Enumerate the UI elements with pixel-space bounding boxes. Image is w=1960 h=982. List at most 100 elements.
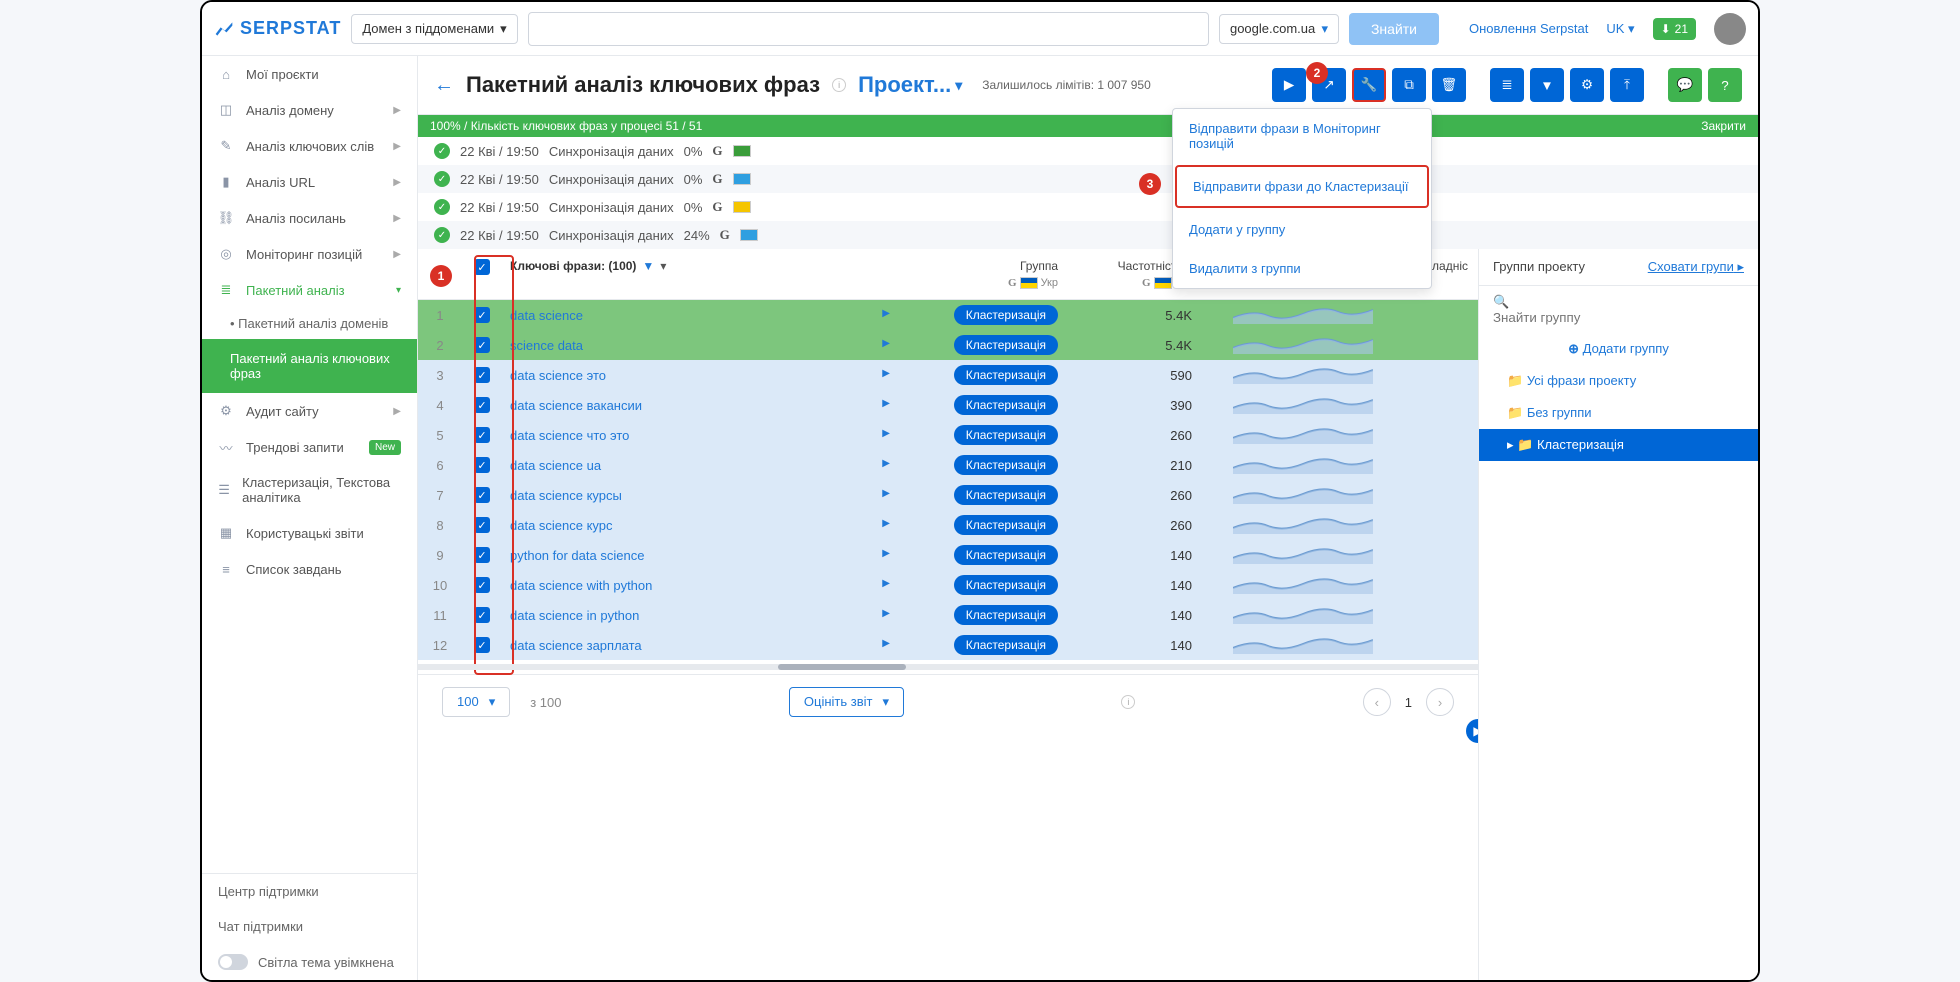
expand-icon[interactable]: ▶ bbox=[882, 548, 890, 559]
group-chip[interactable]: Кластеризація bbox=[954, 485, 1058, 505]
keyword-link[interactable]: data science зарплата bbox=[510, 638, 642, 653]
domain-selector[interactable]: Домен з піддоменами ▾ bbox=[351, 14, 517, 44]
per-page-selector[interactable]: 100▾ bbox=[442, 687, 510, 717]
play-button[interactable]: ▶ bbox=[1272, 68, 1306, 102]
theme-toggle[interactable]: Світла тема увімкнена bbox=[202, 944, 417, 980]
expand-icon[interactable]: ▶ bbox=[882, 398, 890, 409]
keyword-link[interactable]: data science курсы bbox=[510, 488, 622, 503]
prev-page-button[interactable]: ‹ bbox=[1363, 688, 1391, 716]
sidebar-item-backlinks[interactable]: ⛓Аналіз посилань▶ bbox=[202, 200, 417, 236]
expand-icon[interactable]: ▶ bbox=[882, 368, 890, 379]
group-clustering[interactable]: ▸ 📁 Кластеризація bbox=[1479, 429, 1758, 461]
progress-bar: 100% / Кількість ключових фраз у процесі… bbox=[418, 115, 1758, 137]
search-input[interactable] bbox=[528, 12, 1209, 46]
sidebar-item-domain-analysis[interactable]: ◫Аналіз домену▶ bbox=[202, 92, 417, 128]
group-chip[interactable]: Кластеризація bbox=[954, 365, 1058, 385]
group-chip[interactable]: Кластеризація bbox=[954, 575, 1058, 595]
keyword-link[interactable]: data science что это bbox=[510, 428, 629, 443]
dd-remove-from-group[interactable]: Видалити з группи bbox=[1173, 249, 1431, 288]
expand-icon[interactable]: ▶ bbox=[882, 608, 890, 619]
sidebar-item-audit[interactable]: ⚙Аудит сайту▶ bbox=[202, 393, 417, 429]
updates-link[interactable]: Оновлення Serpstat bbox=[1469, 21, 1588, 36]
group-chip[interactable]: Кластеризація bbox=[954, 605, 1058, 625]
expand-icon[interactable]: ▶ bbox=[882, 308, 890, 319]
expand-icon[interactable]: ▶ bbox=[882, 488, 890, 499]
sidebar-item-tasks[interactable]: ≡Список завдань bbox=[202, 551, 417, 587]
keyword-link[interactable]: data science курс bbox=[510, 518, 613, 533]
dd-send-to-clustering[interactable]: Відправити фрази до Кластеризації bbox=[1175, 165, 1429, 208]
avatar[interactable] bbox=[1714, 13, 1746, 45]
next-page-button[interactable]: › bbox=[1426, 688, 1454, 716]
group-all-phrases[interactable]: 📁 Усі фрази проекту bbox=[1479, 365, 1758, 397]
info-icon[interactable]: i bbox=[1121, 695, 1135, 709]
find-button[interactable]: Знайти bbox=[1349, 13, 1439, 45]
settings-button[interactable]: ⚙ bbox=[1570, 68, 1604, 102]
chevron-down-icon[interactable]: ▾ bbox=[660, 259, 666, 273]
back-arrow-icon[interactable]: ← bbox=[434, 74, 454, 97]
scrollbar-horizontal[interactable] bbox=[418, 664, 1478, 670]
sidebar-sub-batch-keywords[interactable]: Пакетний аналіз ключових фраз bbox=[202, 339, 417, 393]
group-chip[interactable]: Кластеризація bbox=[954, 455, 1058, 475]
columns-button[interactable]: ≣ bbox=[1490, 68, 1524, 102]
expand-panel-button[interactable]: ▶ bbox=[1466, 719, 1478, 743]
expand-icon[interactable]: ▶ bbox=[882, 338, 890, 349]
sidebar-item-trends[interactable]: 〰Трендові запитиNew bbox=[202, 429, 417, 465]
sidebar-item-projects[interactable]: ⌂Мої проєкти bbox=[202, 56, 417, 92]
keyword-link[interactable]: python for data science bbox=[510, 548, 644, 563]
language-selector[interactable]: UK ▾ bbox=[1606, 21, 1634, 37]
add-group-button[interactable]: ⊕ Додати группу bbox=[1479, 333, 1758, 365]
rate-report-button[interactable]: Оцініть звіт▾ bbox=[789, 687, 904, 717]
sidebar-item-batch[interactable]: ≣Пакетний аналіз▾ bbox=[202, 272, 417, 308]
keyword-link[interactable]: data science in python bbox=[510, 608, 639, 623]
export-button[interactable]: ⤒ bbox=[1610, 68, 1644, 102]
download-count: 21 bbox=[1675, 22, 1688, 36]
group-chip[interactable]: Кластеризація bbox=[954, 395, 1058, 415]
delete-button[interactable]: 🗑 bbox=[1432, 68, 1466, 102]
group-chip[interactable]: Кластеризація bbox=[954, 635, 1058, 655]
group-search-input[interactable] bbox=[1493, 310, 1744, 325]
sidebar-item-rank-tracking[interactable]: ◎Моніторинг позицій▶ bbox=[202, 236, 417, 272]
info-icon[interactable]: i bbox=[832, 78, 846, 92]
copy-button[interactable]: ⧉ bbox=[1392, 68, 1426, 102]
sidebar-sub-batch-domains[interactable]: • Пакетний аналіз доменів bbox=[202, 308, 417, 339]
group-search[interactable]: 🔍 bbox=[1479, 286, 1758, 333]
filter-button[interactable]: ▼ bbox=[1530, 68, 1564, 102]
expand-icon[interactable]: ▶ bbox=[882, 458, 890, 469]
filter-icon[interactable]: ▼ bbox=[642, 259, 654, 273]
expand-icon[interactable]: ▶ bbox=[882, 518, 890, 529]
project-selector[interactable]: Проект... ▾ bbox=[858, 72, 962, 98]
check-icon: ✓ bbox=[434, 143, 450, 159]
support-center[interactable]: Центр підтримки bbox=[202, 874, 417, 909]
sidebar-item-url-analysis[interactable]: ▮Аналіз URL▶ bbox=[202, 164, 417, 200]
group-chip[interactable]: Кластеризація bbox=[954, 425, 1058, 445]
group-no-group[interactable]: 📁 Без группи bbox=[1479, 397, 1758, 429]
keyword-link[interactable]: data science with python bbox=[510, 578, 652, 593]
keyword-link[interactable]: data science bbox=[510, 308, 583, 323]
sidebar-item-keyword-analysis[interactable]: ✎Аналіз ключових слів▶ bbox=[202, 128, 417, 164]
download-badge[interactable]: ⬇ 21 bbox=[1653, 18, 1696, 40]
logo[interactable]: SERPSTAT bbox=[214, 18, 341, 39]
chat-button[interactable]: 💬 bbox=[1668, 68, 1702, 102]
sidebar-item-reports[interactable]: ▦Користувацькі звіти bbox=[202, 515, 417, 551]
sidebar-item-clustering[interactable]: ☰Кластеризація, Текстова аналітика bbox=[202, 465, 417, 515]
group-chip[interactable]: Кластеризація bbox=[954, 335, 1058, 355]
hide-groups-link[interactable]: Сховати групи ▸ bbox=[1648, 259, 1744, 275]
keyword-link[interactable]: data science вакансии bbox=[510, 398, 642, 413]
close-progress[interactable]: Закрити bbox=[1701, 119, 1746, 133]
keyword-link[interactable]: data science это bbox=[510, 368, 606, 383]
search-engine-selector[interactable]: google.com.ua ▾ bbox=[1219, 14, 1339, 44]
sidebar-item-label: Кластеризація, Текстова аналітика bbox=[242, 475, 401, 505]
help-button[interactable]: ? bbox=[1708, 68, 1742, 102]
expand-icon[interactable]: ▶ bbox=[882, 638, 890, 649]
group-chip[interactable]: Кластеризація bbox=[954, 545, 1058, 565]
tools-button[interactable]: 🔧 bbox=[1352, 68, 1386, 102]
group-chip[interactable]: Кластеризація bbox=[954, 305, 1058, 325]
expand-icon[interactable]: ▶ bbox=[882, 578, 890, 589]
keyword-link[interactable]: science data bbox=[510, 338, 583, 353]
dd-send-to-monitoring[interactable]: Відправити фрази в Моніторинг позицій bbox=[1173, 109, 1431, 163]
group-chip[interactable]: Кластеризація bbox=[954, 515, 1058, 535]
dd-add-to-group[interactable]: Додати у группу bbox=[1173, 210, 1431, 249]
support-chat[interactable]: Чат підтримки bbox=[202, 909, 417, 944]
keyword-link[interactable]: data science ua bbox=[510, 458, 601, 473]
expand-icon[interactable]: ▶ bbox=[882, 428, 890, 439]
